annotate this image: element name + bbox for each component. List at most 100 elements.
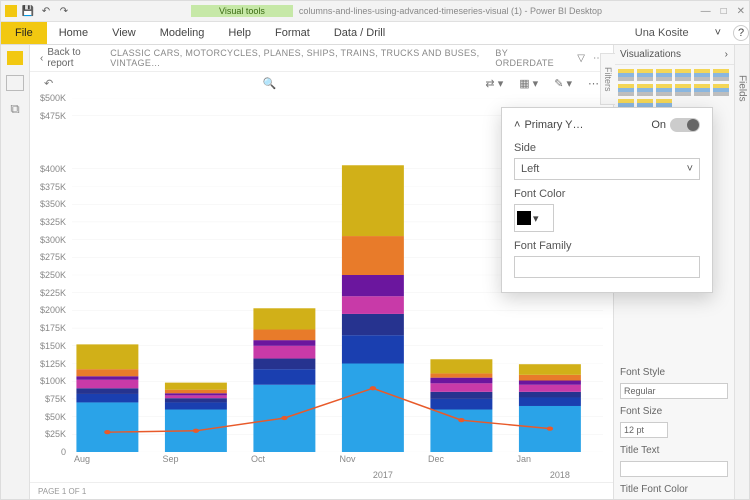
tb-paint-icon[interactable]: ✎ ▾ <box>550 76 576 91</box>
y-tick: $375K <box>40 182 66 192</box>
chevron-up-icon[interactable]: ˄ <box>514 119 520 131</box>
viz-type-icon[interactable] <box>694 69 710 81</box>
breadcrumb: ‹ Back to report CLASSIC CARS, MOTORCYCL… <box>30 45 613 72</box>
filter-icon[interactable]: ▽ <box>577 53 585 64</box>
x-year-label: 2018 <box>550 470 570 480</box>
y-tick: $50K <box>45 412 66 422</box>
tab-format[interactable]: Format <box>263 22 322 44</box>
y-tick: $25K <box>45 429 66 439</box>
minimize-icon[interactable]: — <box>701 6 711 17</box>
category-filter-chips: CLASSIC CARS, MOTORCYCLES, PLANES, SHIPS… <box>110 48 487 68</box>
y-tick: $225K <box>40 288 66 298</box>
y-tick: $400K <box>40 164 66 174</box>
font-size-input[interactable]: 12 pt <box>620 422 668 438</box>
visual-toolbar: ↶ 🔍 ⇄ ▾ ▦ ▾ ✎ ▾ ⋯ <box>30 72 613 94</box>
y-tick: $125K <box>40 359 66 369</box>
y-tick: $325K <box>40 217 66 227</box>
font-color-label: Font Color <box>514 188 700 200</box>
data-view-icon[interactable] <box>6 75 24 91</box>
title-font-color-label: Title Font Color <box>614 480 734 499</box>
viz-type-icon[interactable] <box>637 69 653 81</box>
font-color-swatch[interactable]: ▾ <box>514 204 554 232</box>
title-text-input[interactable] <box>620 461 728 477</box>
y-axis: 0$25K$50K$75K$100K$125K$150K$175K$200K$2… <box>30 98 70 452</box>
viz-type-icon[interactable] <box>713 69 729 81</box>
caret-down-icon: ▾ <box>533 212 539 225</box>
tb-switch-icon[interactable]: ⇄ ▾ <box>481 76 507 91</box>
title-bar: 💾 ↶ ↷ Visual tools columns-and-lines-usi… <box>1 1 749 22</box>
viz-type-icon[interactable] <box>675 84 691 96</box>
x-tick: Aug <box>72 454 161 474</box>
fields-label: Fields <box>737 75 748 102</box>
tab-modeling[interactable]: Modeling <box>148 22 217 44</box>
y-tick: $175K <box>40 323 66 333</box>
side-label: Side <box>514 142 700 154</box>
viz-type-icon[interactable] <box>675 69 691 81</box>
back-label: Back to report <box>47 47 102 69</box>
account-name[interactable]: Una Kosite <box>621 27 703 39</box>
side-value: Left <box>521 163 539 175</box>
visualizations-title: Visualizations <box>620 49 681 60</box>
app-icon <box>5 5 17 17</box>
viz-type-icon[interactable] <box>637 84 653 96</box>
view-switcher: ⧉ <box>1 45 30 499</box>
x-tick: Oct <box>249 454 338 474</box>
tab-view[interactable]: View <box>100 22 148 44</box>
primary-y-axis-popup: ˄ Primary Y… On Side Left˅ Font Color ▾ … <box>501 107 713 293</box>
filters-pane-collapsed[interactable]: Filters <box>600 53 615 105</box>
viz-type-icon[interactable] <box>713 84 729 96</box>
y-tick: $500K <box>40 93 66 103</box>
ribbon: File Home View Modeling Help Format Data… <box>1 22 749 45</box>
maximize-icon[interactable]: □ <box>721 6 727 17</box>
redo-icon[interactable]: ↷ <box>57 4 71 18</box>
close-icon[interactable]: ✕ <box>737 6 745 17</box>
viz-type-icon[interactable] <box>656 69 672 81</box>
page-indicator: PAGE 1 OF 1 <box>38 487 86 496</box>
viz-type-icon[interactable] <box>656 84 672 96</box>
font-size-label: Font Size <box>614 402 734 421</box>
filters-label: Filters <box>603 67 613 92</box>
popup-title: Primary Y… <box>524 119 583 131</box>
quick-access-toolbar: 💾 ↶ ↷ <box>5 4 71 18</box>
viz-type-icon[interactable] <box>618 84 634 96</box>
chevron-down-icon: ˅ <box>687 163 693 175</box>
status-bar: PAGE 1 OF 1 <box>30 482 613 499</box>
side-select[interactable]: Left ˅ <box>514 158 700 180</box>
zoom-icon[interactable]: 🔍 <box>258 76 280 91</box>
drill-up-icon[interactable]: ↶ <box>40 76 57 91</box>
toggle-label: On <box>651 119 666 131</box>
help-icon[interactable]: ? <box>733 25 749 41</box>
title-text-label: Title Text <box>614 441 734 460</box>
model-view-icon[interactable]: ⧉ <box>10 101 19 117</box>
y-tick: $275K <box>40 252 66 262</box>
tab-home[interactable]: Home <box>47 22 100 44</box>
y-tick: $75K <box>45 394 66 404</box>
report-view-icon[interactable] <box>7 51 23 65</box>
tab-help[interactable]: Help <box>216 22 263 44</box>
font-family-select[interactable] <box>514 256 700 278</box>
y-tick: $150K <box>40 341 66 351</box>
window-title: columns-and-lines-using-advanced-timeser… <box>299 6 701 16</box>
tb-grid-icon[interactable]: ▦ ▾ <box>515 76 542 91</box>
primary-y-toggle[interactable] <box>670 118 700 132</box>
save-icon[interactable]: 💾 <box>21 4 35 18</box>
y-tick: $100K <box>40 376 66 386</box>
ribbon-collapse-icon[interactable]: ˅ <box>703 22 733 44</box>
font-family-label: Font Family <box>514 240 700 252</box>
app-window: 💾 ↶ ↷ Visual tools columns-and-lines-usi… <box>0 0 750 500</box>
font-style-select[interactable]: Regular <box>620 383 728 399</box>
fields-pane-collapsed[interactable]: Fields <box>734 45 749 499</box>
x-axis: AugSepOctNovDecJan20172018 <box>72 454 603 474</box>
viz-type-icon[interactable] <box>694 84 710 96</box>
y-tick: $350K <box>40 199 66 209</box>
back-button[interactable]: ‹ Back to report <box>40 47 102 69</box>
viz-type-icon[interactable] <box>618 69 634 81</box>
tab-data-drill[interactable]: Data / Drill <box>322 22 397 44</box>
y-tick: $250K <box>40 270 66 280</box>
x-tick: Dec <box>426 454 515 474</box>
pane-collapse-icon[interactable]: › <box>725 49 728 60</box>
y-tick: $300K <box>40 235 66 245</box>
file-tab[interactable]: File <box>1 22 47 44</box>
y-tick: 0 <box>61 447 66 457</box>
undo-icon[interactable]: ↶ <box>39 4 53 18</box>
